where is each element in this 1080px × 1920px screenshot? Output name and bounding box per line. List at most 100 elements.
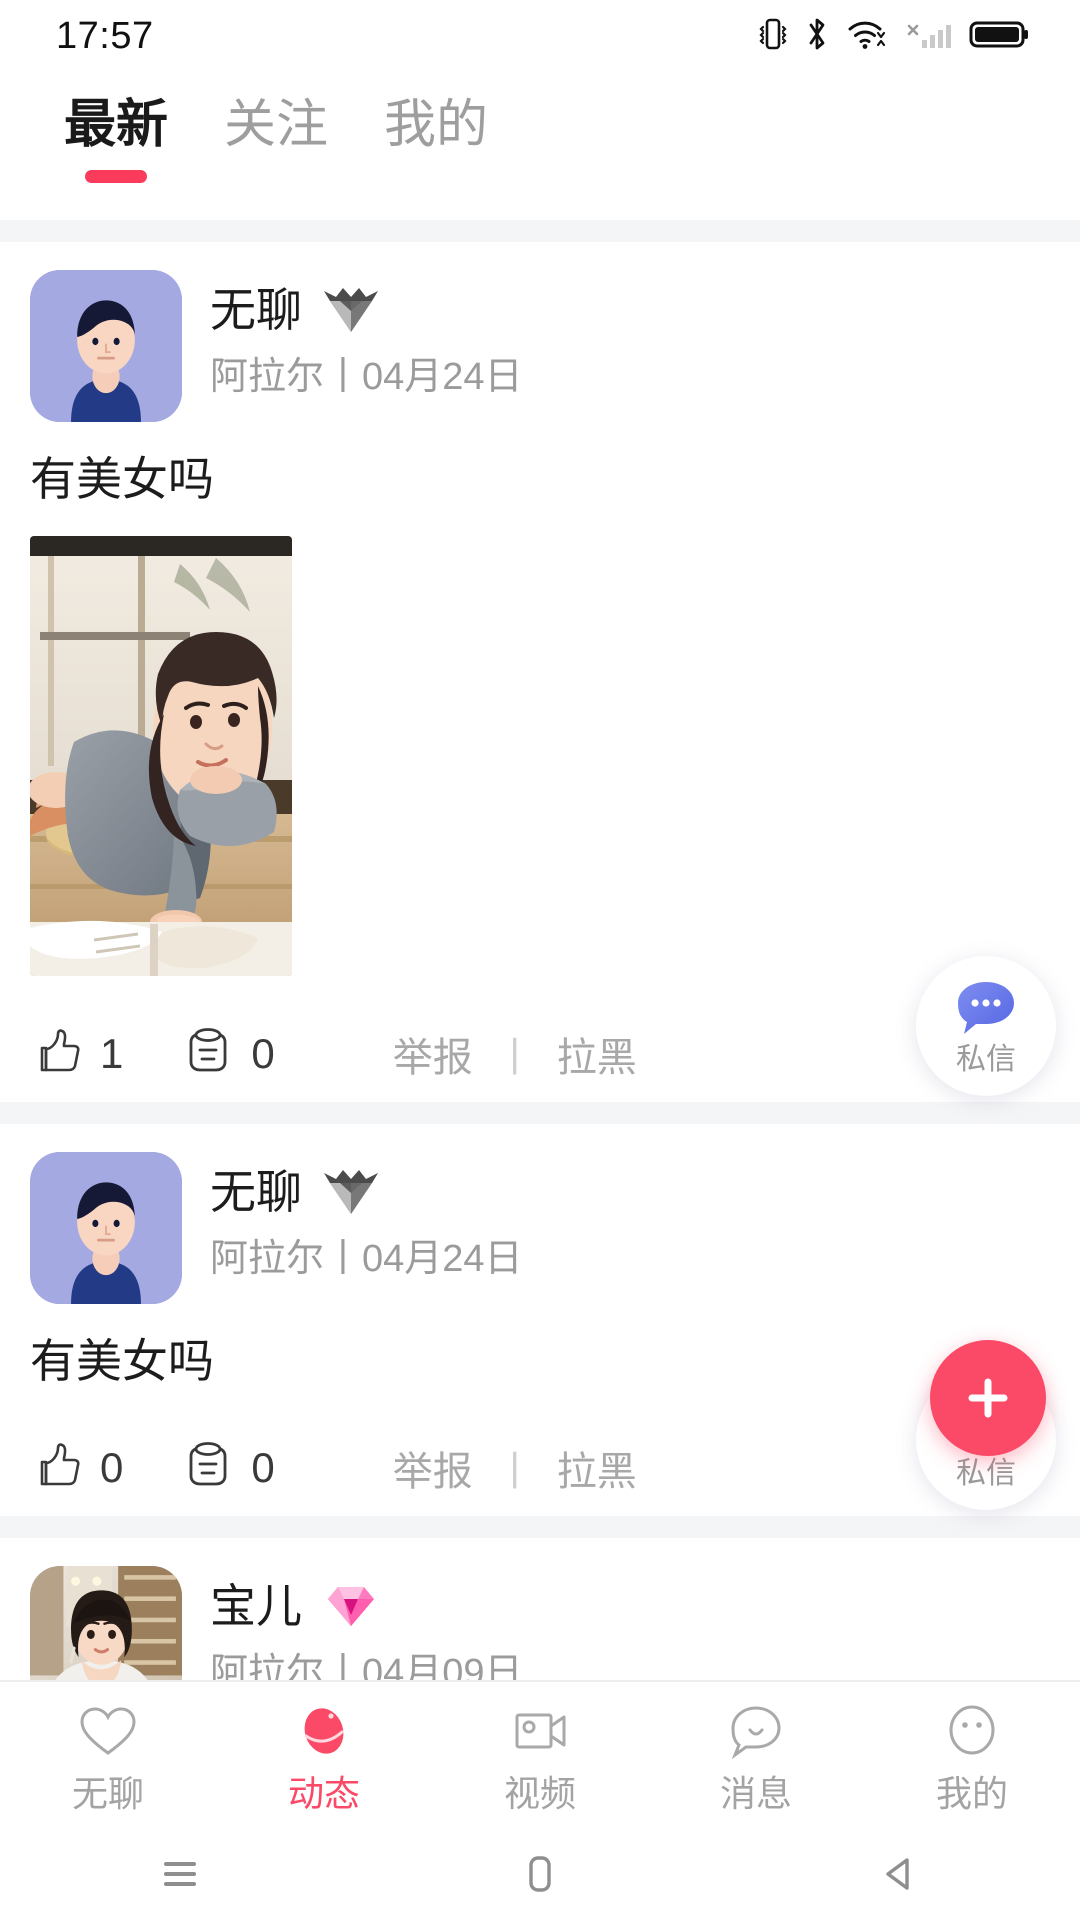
status-bar-clock: 17:57 xyxy=(56,14,154,57)
thumbs-up-icon xyxy=(30,1438,86,1499)
post-author-block: 宝儿 阿拉尔丨04月09日 xyxy=(210,1566,523,1680)
nav-item-moments[interactable]: 动态 xyxy=(216,1701,432,1813)
tab-latest[interactable]: 最新 xyxy=(36,90,196,183)
post-text: 有美女吗 xyxy=(30,453,214,505)
recents-button[interactable] xyxy=(0,1853,360,1900)
post-actions: 1 0 举报 丨 拉黑 xyxy=(30,1006,1050,1102)
tab-active-indicator xyxy=(85,170,147,183)
author-name-row: 宝儿 xyxy=(210,1578,523,1634)
comment-bubble-icon xyxy=(179,1438,237,1499)
woman-photo-avatar xyxy=(30,1566,182,1680)
moments-icon xyxy=(292,1701,356,1761)
vibrate-icon xyxy=(758,14,788,59)
back-button[interactable] xyxy=(720,1850,1080,1903)
tab-following[interactable]: 关注 xyxy=(196,90,356,183)
bottom-navigation-bar: 无聊 动态 视频 消息 我的 xyxy=(0,1680,1080,1832)
link-divider: 丨 xyxy=(494,1036,535,1080)
post-card[interactable]: 无聊 阿拉尔丨04月24日 有 xyxy=(0,1124,1080,1516)
status-bar-icons xyxy=(758,14,1030,59)
report-link[interactable]: 举报 xyxy=(393,1025,473,1083)
battery-icon xyxy=(968,14,1030,59)
male-illustration-avatar xyxy=(30,1152,182,1304)
link-divider: 丨 xyxy=(494,1450,535,1494)
cellular-signal-icon xyxy=(906,14,952,59)
post-meta: 阿拉尔丨04月24日 xyxy=(210,356,523,398)
avatar[interactable] xyxy=(30,1152,182,1304)
post-photo-illustration xyxy=(30,536,292,976)
author-name[interactable]: 无聊 xyxy=(210,1164,302,1220)
post-meta: 阿拉尔丨04月09日 xyxy=(210,1652,523,1680)
avatar[interactable] xyxy=(30,270,182,422)
post-header[interactable]: 无聊 阿拉尔丨04月24日 xyxy=(30,270,1050,422)
app-root: 17:57 最新 关注 我的 无聊 阿拉尔丨04月24日 有美女吗 1 0 举报… xyxy=(0,0,1080,1920)
comment-count: 0 xyxy=(251,1444,275,1491)
tab-mine[interactable]: 我的 xyxy=(356,90,516,183)
nav-item-profile[interactable]: 我的 xyxy=(864,1701,1080,1813)
home-button[interactable] xyxy=(360,1850,720,1903)
author-name-row: 无聊 xyxy=(210,1164,523,1220)
report-link[interactable]: 举报 xyxy=(393,1439,473,1497)
status-bar: 17:57 xyxy=(0,0,1080,72)
profile-face-icon xyxy=(940,1701,1004,1761)
block-link[interactable]: 拉黑 xyxy=(557,1439,637,1497)
nav-item-boring[interactable]: 无聊 xyxy=(0,1701,216,1813)
post-actions: 0 0 举报 丨 拉黑 xyxy=(30,1420,1050,1516)
tab-mine-label: 我的 xyxy=(384,96,489,154)
pink-diamond-icon xyxy=(320,1581,382,1631)
nav-label-profile: 我的 xyxy=(935,1773,1008,1814)
nav-label-video: 视频 xyxy=(503,1773,576,1814)
bluetooth-icon xyxy=(804,14,830,59)
comment-count: 0 xyxy=(251,1030,275,1077)
comment-button[interactable]: 0 xyxy=(179,1438,275,1499)
nav-label-boring: 无聊 xyxy=(71,1773,144,1814)
block-link[interactable]: 拉黑 xyxy=(557,1025,637,1083)
post-card[interactable]: 无聊 阿拉尔丨04月24日 有 xyxy=(0,242,1080,1102)
silver-crown-diamond-icon xyxy=(320,285,382,335)
author-name[interactable]: 宝儿 xyxy=(210,1578,302,1634)
compose-post-button[interactable] xyxy=(930,1340,1046,1456)
comment-bubble-icon xyxy=(179,1024,237,1085)
video-camera-icon xyxy=(508,1701,572,1761)
nav-label-messages: 消息 xyxy=(719,1773,792,1814)
android-navigation-bar xyxy=(0,1832,1080,1920)
post-card[interactable]: 宝儿 阿拉尔丨04月09日 xyxy=(0,1538,1080,1680)
direct-message-button[interactable]: 私信 xyxy=(916,956,1056,1096)
moderation-links: 举报 丨 拉黑 xyxy=(393,1025,637,1083)
like-count: 0 xyxy=(100,1444,124,1491)
tab-following-label: 关注 xyxy=(224,96,329,154)
male-illustration-avatar xyxy=(30,270,182,422)
post-author-block: 无聊 阿拉尔丨04月24日 xyxy=(210,270,523,400)
feed-separator xyxy=(0,220,1080,242)
post-header[interactable]: 无聊 阿拉尔丨04月24日 xyxy=(30,1152,1050,1304)
feed-separator xyxy=(0,1102,1080,1124)
nav-label-moments: 动态 xyxy=(287,1773,360,1814)
post-header[interactable]: 宝儿 阿拉尔丨04月09日 xyxy=(30,1566,1050,1680)
nav-item-video[interactable]: 视频 xyxy=(432,1701,648,1813)
author-name-row: 无聊 xyxy=(210,282,523,338)
tab-latest-label: 最新 xyxy=(64,96,169,154)
like-button[interactable]: 1 xyxy=(30,1024,123,1085)
thumbs-up-icon xyxy=(30,1024,86,1085)
like-count: 1 xyxy=(100,1030,124,1077)
message-bubble-icon xyxy=(950,976,1022,1038)
post-image[interactable] xyxy=(30,536,292,976)
post-feed[interactable]: 无聊 阿拉尔丨04月24日 有美女吗 1 0 举报 丨 拉黑 私信 无聊 阿拉尔… xyxy=(0,220,1080,1680)
post-author-block: 无聊 阿拉尔丨04月24日 xyxy=(210,1152,523,1282)
moderation-links: 举报 丨 拉黑 xyxy=(393,1439,637,1497)
top-tab-bar: 最新 关注 我的 xyxy=(0,72,1080,220)
feed-separator xyxy=(0,1516,1080,1538)
recents-menu-icon xyxy=(153,1853,207,1900)
back-triangle-icon xyxy=(876,1850,924,1903)
nav-item-messages[interactable]: 消息 xyxy=(648,1701,864,1813)
avatar[interactable] xyxy=(30,1566,182,1680)
post-meta: 阿拉尔丨04月24日 xyxy=(210,1238,523,1280)
like-button[interactable]: 0 xyxy=(30,1438,123,1499)
plus-icon xyxy=(959,1369,1017,1427)
silver-crown-diamond-icon xyxy=(320,1167,382,1217)
heart-icon xyxy=(76,1701,140,1761)
direct-message-label: 私信 xyxy=(956,1457,1016,1490)
author-name[interactable]: 无聊 xyxy=(210,282,302,338)
wifi-icon xyxy=(846,14,890,59)
post-text: 有美女吗 xyxy=(30,1335,214,1387)
comment-button[interactable]: 0 xyxy=(179,1024,275,1085)
